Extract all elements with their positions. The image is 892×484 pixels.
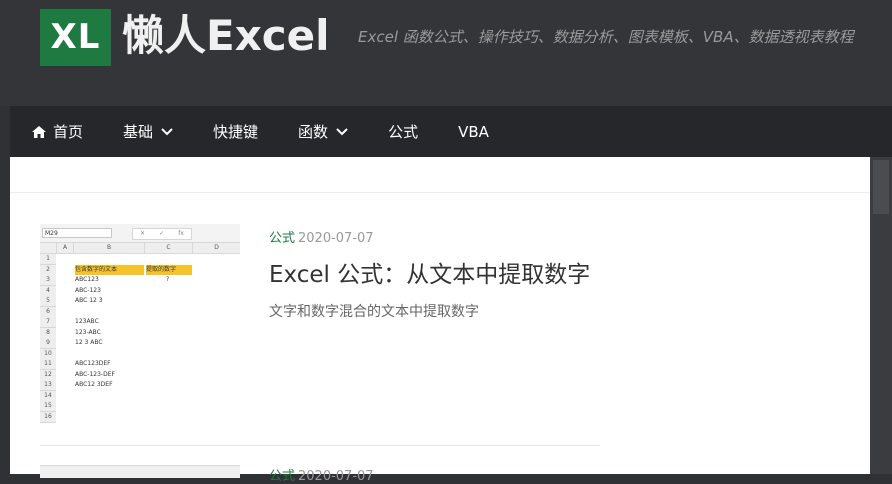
home-icon <box>32 125 46 138</box>
row-header: 16 <box>40 411 56 423</box>
post-thumbnail[interactable] <box>40 465 240 478</box>
cell-c2: 提取的数字 <box>146 264 192 275</box>
cell-b9: 12 3 ABC <box>75 339 103 346</box>
nav-item-home[interactable]: 首页 <box>10 106 103 157</box>
cell-c3: ? <box>166 276 170 283</box>
nav-item-shortcuts[interactable]: 快捷键 <box>193 106 278 157</box>
site-tagline: Excel 函数公式、操作技巧、数据分析、图表模板、VBA、数据透视表教程 <box>358 28 854 46</box>
cell-b12: ABC-123-DEF <box>75 370 115 378</box>
nav-item-label: VBA <box>458 122 489 141</box>
row-header: 4 <box>40 285 56 297</box>
post-category-link[interactable]: 公式 <box>269 231 295 246</box>
post-thumbnail[interactable]: M29 ✕ ✓ fx A B C D 1 2 3 4 5 6 7 8 9 10 … <box>40 224 240 423</box>
nav-item-label: 首页 <box>53 123 84 141</box>
formula-bar: M29 ✕ ✓ fx <box>40 224 240 243</box>
nav-item-label: 基础 <box>123 123 154 141</box>
site-header: XL 懒人Excel Excel 函数公式、操作技巧、数据分析、图表模板、VBA… <box>0 0 892 106</box>
nav-item-basics[interactable]: 基础 <box>103 106 193 157</box>
cell-b3: ABC123 <box>75 276 99 283</box>
row-header: 1 <box>40 254 56 265</box>
row-header: 6 <box>40 306 56 318</box>
post-category-link[interactable]: 公式 <box>269 469 295 484</box>
post-meta: 公式 2020-07-07 <box>269 227 374 246</box>
corner-cell <box>40 243 57 254</box>
column-header: B <box>74 243 145 254</box>
row-header: 7 <box>40 317 56 328</box>
nav-item-formulas[interactable]: 公式 <box>368 106 438 157</box>
cell-b5: ABC 12 3 <box>75 297 103 304</box>
row-header: 3 <box>40 275 56 286</box>
row-header: 5 <box>40 296 56 307</box>
row-header: 9 <box>40 338 56 349</box>
row-header: 2 <box>40 264 56 276</box>
cell-b2: 包含数字的文本 <box>75 264 144 275</box>
chevron-down-icon <box>336 127 348 135</box>
site-logo-name[interactable]: 懒人Excel <box>122 6 330 66</box>
post-date: 2020-07-07 <box>298 231 374 246</box>
fx-icon: fx <box>178 230 184 237</box>
row-header: 10 <box>40 348 56 360</box>
cell-b13: ABC12 3DEF <box>75 381 113 388</box>
nav-item-label: 函数 <box>298 123 329 141</box>
cell-b11: ABC123DEF <box>75 360 111 367</box>
row-header: 15 <box>40 401 56 412</box>
content-area: M29 ✕ ✓ fx A B C D 1 2 3 4 5 6 7 8 9 10 … <box>10 157 870 484</box>
divider <box>10 192 870 193</box>
row-header: 12 <box>40 369 56 381</box>
scrollbar-thumb[interactable] <box>873 160 889 214</box>
nav-item-functions[interactable]: 函数 <box>278 106 368 157</box>
main-nav: 首页 基础 快捷键 函数 公式 VBA <box>10 106 892 157</box>
nav-item-vba[interactable]: VBA <box>438 106 509 157</box>
column-header: D <box>193 243 240 254</box>
post-date: 2020-07-07 <box>298 469 374 484</box>
row-header: 13 <box>40 380 56 391</box>
cancel-icon: ✕ <box>140 230 146 237</box>
logo-mark[interactable]: XL <box>40 9 111 66</box>
nav-item-label: 快捷键 <box>213 123 259 141</box>
row-header: 14 <box>40 390 56 402</box>
cell-b8: 123-ABC <box>75 328 101 336</box>
post-title-link[interactable]: Excel 公式：从文本中提取数字 <box>269 255 590 289</box>
post-divider <box>40 445 600 446</box>
cell-b4: ABC-123 <box>75 286 101 294</box>
column-header: A <box>57 243 74 254</box>
chevron-down-icon <box>161 127 173 135</box>
cell-b7: 123ABC <box>75 318 99 325</box>
confirm-icon: ✓ <box>159 230 165 237</box>
nav-item-label: 公式 <box>388 123 419 141</box>
row-header: 11 <box>40 359 56 370</box>
formula-icons: ✕ ✓ fx <box>132 228 192 240</box>
column-header: C <box>145 243 193 254</box>
post-meta: 公式 2020-07-07 <box>269 465 374 484</box>
name-box: M29 <box>42 228 112 238</box>
post-summary: 文字和数字混合的文本中提取数字 <box>269 304 479 320</box>
row-header: 8 <box>40 327 56 339</box>
